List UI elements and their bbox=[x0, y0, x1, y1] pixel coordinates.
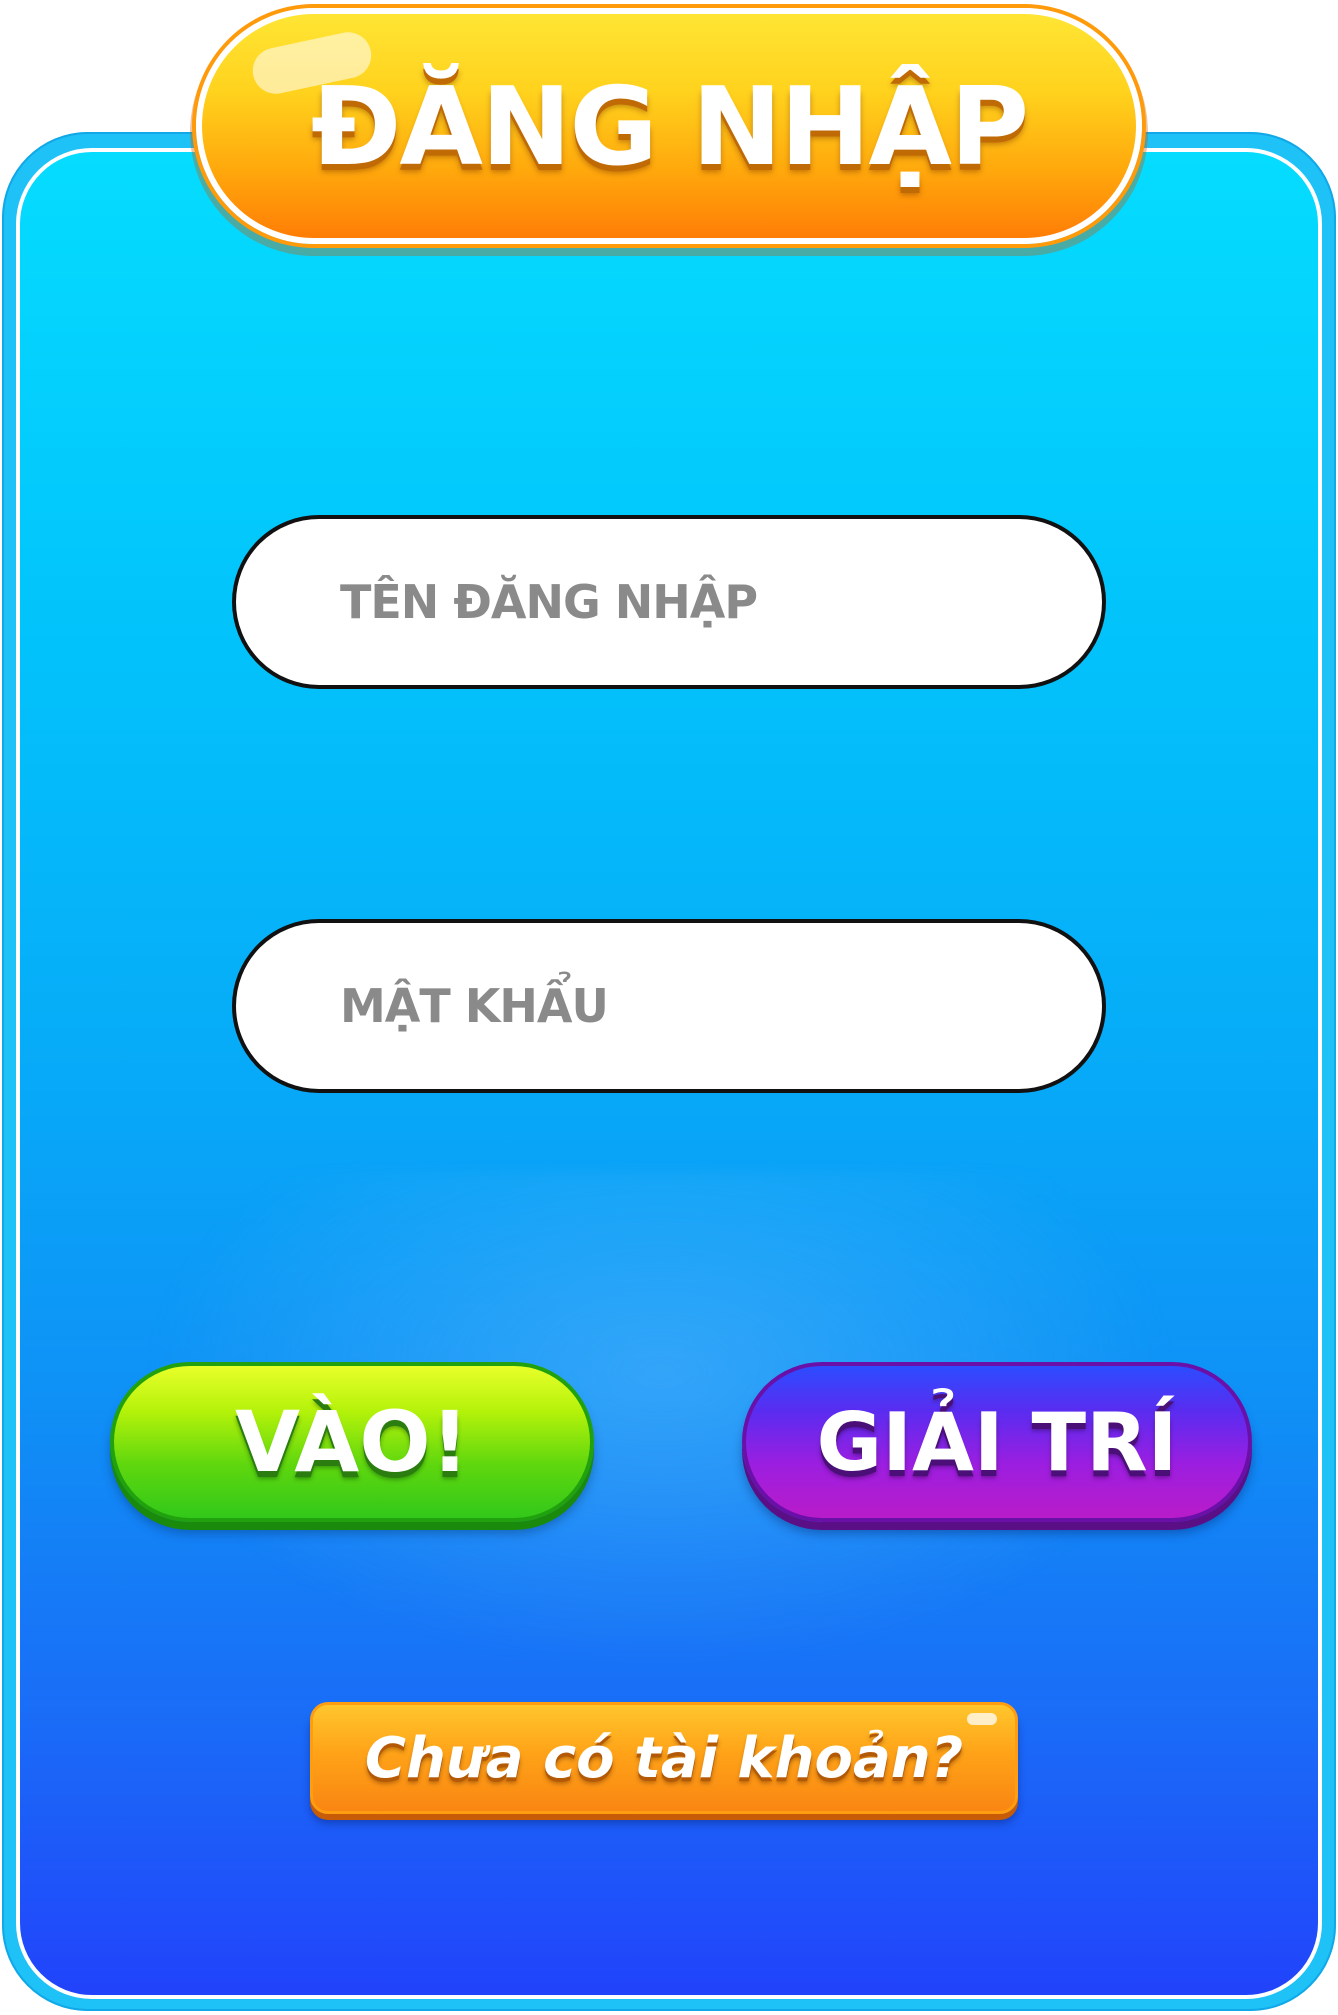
password-placeholder: MẬT KHẨU bbox=[340, 979, 609, 1033]
enter-button-label: VÀO! bbox=[234, 1393, 470, 1491]
entertainment-button-label: GIẢI TRÍ bbox=[816, 1395, 1178, 1489]
no-account-button[interactable]: Chưa có tài khoản? bbox=[310, 1702, 1018, 1814]
no-account-button-label: Chưa có tài khoản? bbox=[364, 1725, 964, 1791]
login-screen: ĐĂNG NHẬP TÊN ĐĂNG NHẬP MẬT KHẨU VÀO! GI… bbox=[0, 0, 1338, 2015]
title-banner: ĐĂNG NHẬP bbox=[196, 8, 1142, 244]
entertainment-button[interactable]: GIẢI TRÍ bbox=[742, 1362, 1252, 1522]
password-input[interactable]: MẬT KHẨU bbox=[232, 919, 1106, 1093]
page-title: ĐĂNG NHẬP bbox=[310, 65, 1029, 190]
username-placeholder: TÊN ĐĂNG NHẬP bbox=[340, 575, 758, 629]
enter-button[interactable]: VÀO! bbox=[110, 1362, 594, 1522]
username-input[interactable]: TÊN ĐĂNG NHẬP bbox=[232, 515, 1106, 689]
